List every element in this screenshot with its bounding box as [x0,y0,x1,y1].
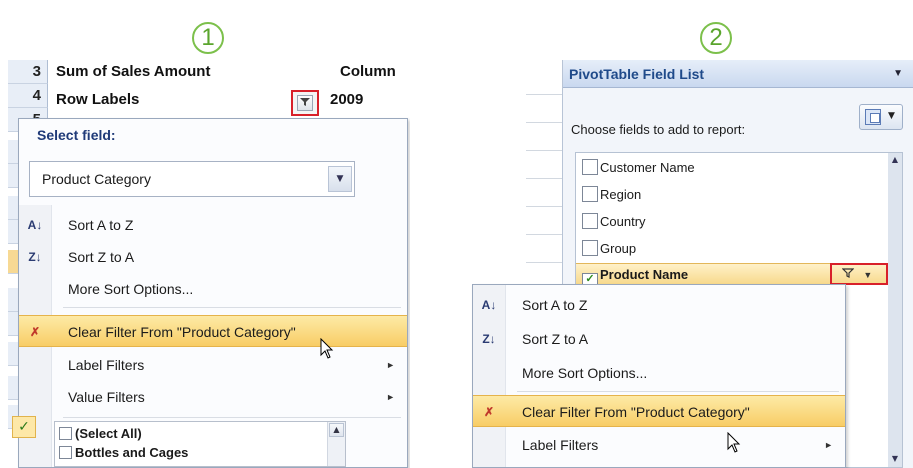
menu-separator [517,391,839,392]
field-list-title-bar: PivotTable Field List ▼ [563,60,913,88]
list-scrollbar[interactable]: ▲ [327,422,345,466]
menu-separator [63,307,401,308]
field-label: Product Name [600,267,689,282]
sort-a-to-z-item[interactable]: A↓ Sort A to Z [473,289,845,321]
select-field-label: Select field: [37,127,116,143]
checkbox[interactable] [582,213,598,229]
list-item-label: Bottles and Cages [75,445,189,460]
chevron-down-icon: ▼ [888,111,895,121]
label-filters-label: Label Filters [522,437,599,453]
sum-of-sales-cell[interactable]: Sum of Sales Amount [56,60,210,84]
sort-z-to-a-item[interactable]: Z↓ Sort Z to A [473,323,845,355]
sort-ascending-icon: A↓ [27,218,43,232]
clear-filter-item[interactable]: ✗ Clear Filter From "Product Category" [19,315,407,347]
field-label: Customer Name [600,160,695,175]
field-item-country[interactable]: Country [582,211,646,233]
label-filters-label: Label Filters [68,357,145,373]
field-item-product-name[interactable]: ✓ Product Name ▼ [576,263,890,289]
row-header-3[interactable]: 3 [8,60,48,84]
sort-z-to-a-label: Sort Z to A [522,331,589,347]
field-list-scrollbar[interactable]: ▲ ▼ [888,153,902,467]
label-filters-item[interactable]: Label Filters ► [19,349,407,381]
chevron-down-icon: ▼ [863,270,873,280]
scroll-up-icon[interactable]: ▲ [329,423,344,437]
spreadsheet-panel: 3 4 5 6 7 8 9 10 11 12 13 14 15 Sum of S… [8,60,410,468]
sort-ascending-icon: A↓ [481,298,497,312]
value-filters-item[interactable]: Value Filters ► [19,381,407,413]
field-item-region[interactable]: Region [582,184,641,206]
sort-descending-icon: Z↓ [28,250,42,264]
clear-filter-label: Clear Filter From "Product Category" [68,324,296,340]
field-label: Region [600,187,642,202]
checkbox[interactable] [582,159,598,175]
scroll-up-icon[interactable]: ▲ [888,155,902,164]
chevron-down-icon[interactable]: ▼ [328,166,352,192]
clear-filter-label: Clear Filter From "Product Category" [522,404,750,420]
list-item-bottles-and-cages[interactable]: Bottles and Cages [59,444,188,462]
value-filters-label: Value Filters [68,389,145,405]
sort-a-to-z-label: Sort A to Z [68,217,134,233]
funnel-icon [841,268,855,278]
layout-icon [865,109,881,125]
choose-fields-label: Choose fields to add to report: [571,122,746,137]
sort-z-to-a-item[interactable]: Z↓ Sort Z to A [19,241,407,273]
menu-separator [63,417,401,418]
field-item-customer-name[interactable]: Customer Name [582,157,695,179]
row-labels-cell[interactable]: Row Labels [56,88,139,112]
more-sort-options-item[interactable]: More Sort Options... [473,357,845,389]
field-label: Group [600,241,637,256]
checkbox[interactable] [582,240,598,256]
checkbox[interactable] [59,446,72,459]
row-labels-filter-menu: Select field: Product Category ▼ A↓ Sort… [18,118,408,468]
sort-a-to-z-label: Sort A to Z [522,297,588,313]
row-header-4[interactable]: 4 [8,84,48,108]
checkbox[interactable] [59,427,72,440]
checkbox[interactable] [582,186,598,202]
field-item-group[interactable]: Group [582,238,636,260]
sort-a-to-z-item[interactable]: A↓ Sort A to Z [19,209,407,241]
filter-value-list[interactable]: (Select All) Bottles and Cages ▲ [54,421,346,467]
submenu-arrow-icon: ► [824,440,833,450]
row-labels-filter-button[interactable] [291,90,319,116]
step-badge-1: 1 [192,22,224,54]
mouse-cursor-icon [320,338,334,359]
field-label: Country [600,214,646,229]
more-sort-options-item[interactable]: More Sort Options... [19,273,407,305]
column-labels-cell[interactable]: Column [340,60,396,84]
pane-options-dropdown-icon[interactable]: ▼ [893,60,903,88]
clear-filter-icon: ✗ [29,325,41,339]
field-dropdown-value: Product Category [42,171,151,187]
funnel-icon [297,95,313,111]
checkmark-icon: ✓ [12,416,36,438]
more-sort-options-label: More Sort Options... [522,365,648,381]
year-cell[interactable]: 2009 [330,88,363,112]
step-badge-2: 2 [700,22,732,54]
mouse-cursor-icon [727,432,741,453]
label-filters-item[interactable]: Label Filters ► [473,429,845,461]
submenu-arrow-icon: ► [386,360,395,370]
more-sort-options-label: More Sort Options... [68,281,194,297]
submenu-arrow-icon: ► [386,392,395,402]
field-dropdown[interactable]: Product Category ▼ [29,161,355,197]
scroll-down-icon[interactable]: ▼ [888,454,902,463]
clear-filter-item[interactable]: ✗ Clear Filter From "Product Category" [473,395,845,427]
list-item-select-all[interactable]: (Select All) [59,425,142,443]
field-filter-dropdown-button[interactable]: ▼ [830,263,888,285]
field-filter-menu: A↓ Sort A to Z Z↓ Sort Z to A More Sort … [472,284,846,468]
list-item-label: (Select All) [75,426,142,441]
layout-options-button[interactable]: ▼ [859,104,903,130]
sort-z-to-a-label: Sort Z to A [68,249,135,265]
field-list-title: PivotTable Field List [569,66,705,82]
sort-descending-icon: Z↓ [482,332,496,346]
clear-filter-icon: ✗ [483,405,495,419]
